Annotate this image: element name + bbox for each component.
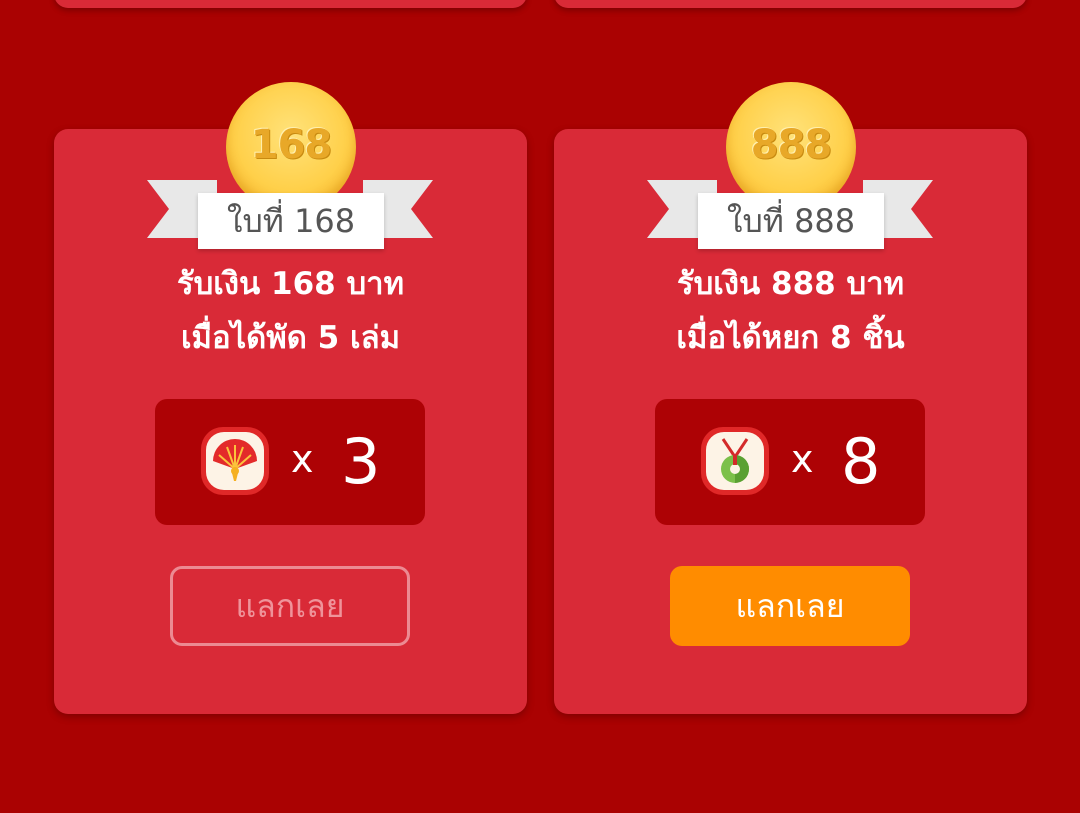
coin-number: 888 bbox=[750, 122, 833, 168]
reward-card-168: 168 ใบที่ 168 รับเงิน 168 บาท เมื่อได้พั… bbox=[54, 82, 527, 714]
item-count: 3 bbox=[341, 425, 381, 498]
previous-card-left bbox=[54, 0, 527, 8]
condition-line: เมื่อได้พัด 5 เล่ม bbox=[180, 320, 401, 356]
fan-icon bbox=[201, 427, 269, 495]
reward-line: รับเงิน 168 บาท bbox=[176, 266, 405, 302]
redeem-button[interactable]: แลกเลย bbox=[170, 566, 410, 646]
item-count-box: x 3 bbox=[155, 399, 425, 525]
item-count: 8 bbox=[841, 425, 881, 498]
redeem-button[interactable]: แลกเลย bbox=[670, 566, 910, 646]
times-symbol: x bbox=[291, 437, 314, 481]
ribbon-label: ใบที่ 168 bbox=[198, 193, 384, 249]
reward-description: รับเงิน 168 บาท เมื่อได้พัด 5 เล่ม bbox=[54, 257, 527, 365]
reward-card-888: 888 ใบที่ 888 รับเงิน 888 บาท เมื่อได้หย… bbox=[554, 82, 1027, 714]
reward-description: รับเงิน 888 บาท เมื่อได้หยก 8 ชิ้น bbox=[554, 257, 1027, 365]
ribbon-label: ใบที่ 888 bbox=[698, 193, 884, 249]
reward-line: รับเงิน 888 บาท bbox=[676, 266, 905, 302]
times-symbol: x bbox=[791, 437, 814, 481]
previous-card-right bbox=[554, 0, 1027, 8]
item-count-box: x 8 bbox=[655, 399, 925, 525]
coin-number: 168 bbox=[250, 122, 333, 168]
condition-line: เมื่อได้หยก 8 ชิ้น bbox=[676, 320, 905, 356]
jade-pendant-icon bbox=[701, 427, 769, 495]
